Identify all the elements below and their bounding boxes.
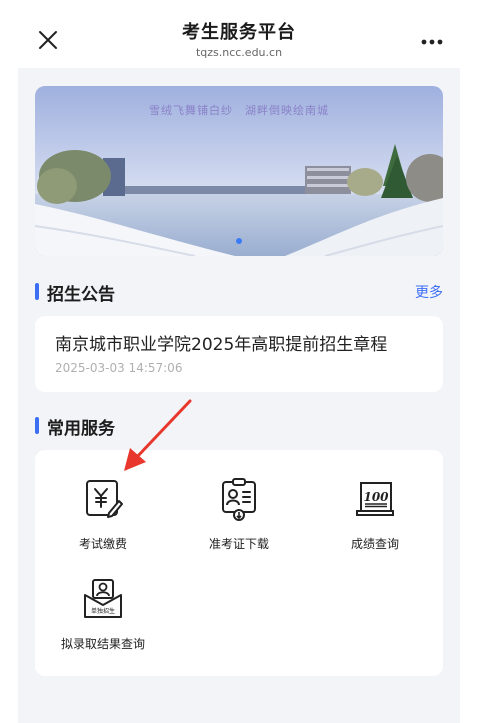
app-frame: 考生服务平台 tqzs.ncc.edu.cn 雪绒飞舞铺白纱 湖畔倒映绘南城 招…	[18, 0, 460, 723]
yen-payment-icon	[86, 480, 123, 518]
service-label: 成绩查询	[350, 537, 399, 551]
admission-result-icon: 单独招生	[84, 579, 122, 618]
more-notices-link[interactable]: 更多	[415, 282, 443, 302]
service-label: 准考证下载	[208, 537, 269, 551]
service-admission-ticket[interactable]: 准考证下载	[171, 477, 307, 552]
service-label: 考试缴费	[78, 537, 127, 551]
notice-time: 2025-03-03 14:57:06	[55, 361, 183, 375]
section-accent-bar	[35, 417, 39, 434]
page-title: 考生服务平台	[182, 22, 296, 43]
services-card: 考试缴费 准考证下载 100 成绩查询 单独招生 拟录取结果查询	[35, 450, 443, 676]
services-heading: 常用服务	[47, 419, 115, 439]
stamp-text: 单独招生	[91, 607, 115, 615]
section-accent-bar	[35, 283, 39, 300]
notice-item[interactable]: 南京城市职业学院2025年高职提前招生章程 2025-03-03 14:57:0…	[35, 316, 443, 392]
carousel-indicator	[35, 238, 443, 244]
page-domain: tqzs.ncc.edu.cn	[195, 46, 283, 59]
service-exam-payment[interactable]: 考试缴费	[35, 477, 171, 552]
service-score-query[interactable]: 100 成绩查询	[307, 477, 443, 552]
banner-caption: 雪绒飞舞铺白纱 湖畔倒映绘南城	[149, 104, 329, 117]
more-options-button[interactable]	[414, 24, 450, 60]
notices-section-header: 招生公告 更多	[35, 280, 443, 305]
score-100-icon: 100	[356, 482, 394, 516]
notice-title: 南京城市职业学院2025年高职提前招生章程	[55, 335, 388, 355]
annotation-arrow	[124, 399, 192, 471]
svg-text:100: 100	[363, 490, 389, 504]
notices-heading: 招生公告	[47, 285, 115, 305]
title-block: 考生服务平台 tqzs.ncc.edu.cn	[18, 18, 460, 59]
service-admission-result[interactable]: 单独招生 拟录取结果查询	[35, 577, 171, 652]
campus-banner[interactable]: 雪绒飞舞铺白纱 湖畔倒映绘南城	[35, 86, 443, 256]
service-label: 拟录取结果查询	[60, 637, 145, 651]
admission-ticket-icon	[222, 478, 256, 521]
top-bar: 考生服务平台 tqzs.ncc.edu.cn	[18, 0, 460, 68]
carousel-dot[interactable]	[236, 238, 242, 244]
services-section-header: 常用服务	[35, 414, 443, 439]
ellipsis-icon	[421, 39, 443, 45]
